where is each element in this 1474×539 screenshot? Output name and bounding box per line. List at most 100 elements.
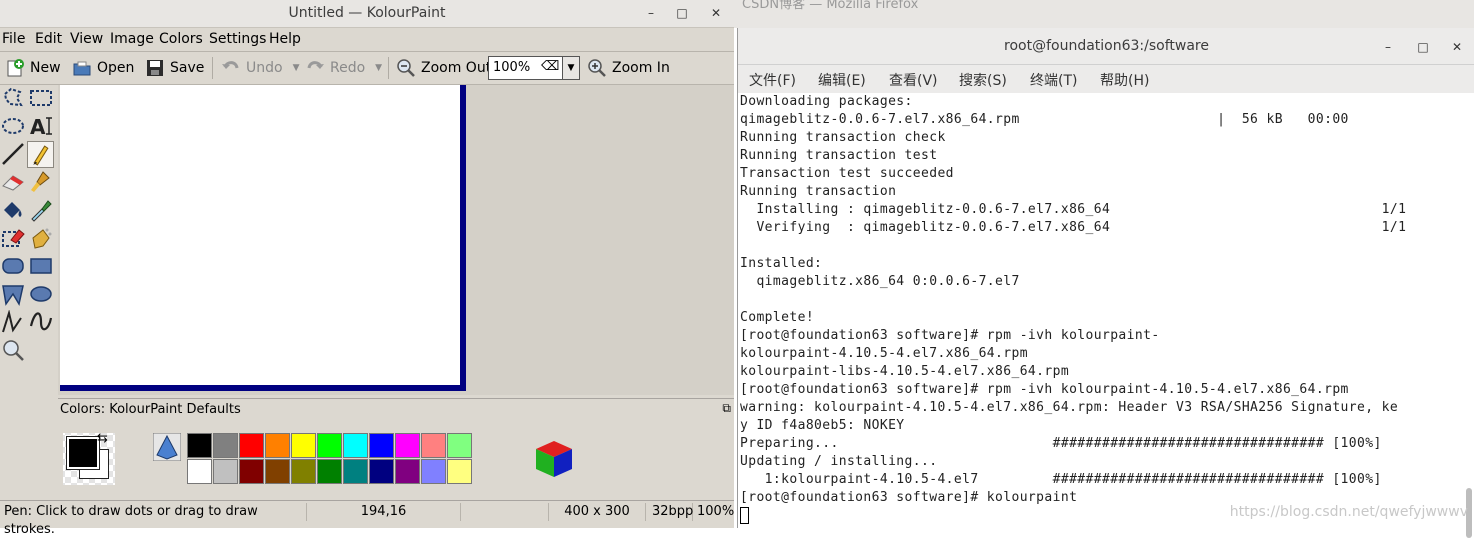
clear-text-icon[interactable]: ⌫ bbox=[541, 59, 559, 74]
transparent-color-icon[interactable] bbox=[153, 433, 181, 461]
terminal-line: Transaction test succeeded bbox=[740, 166, 954, 181]
palette-color-swatch[interactable] bbox=[187, 433, 212, 458]
open-button[interactable]: Open bbox=[72, 56, 134, 80]
rectangle-icon[interactable] bbox=[29, 254, 53, 278]
color-swatch-box[interactable]: ⇆ bbox=[63, 431, 115, 485]
pen-tool-icon[interactable] bbox=[27, 141, 54, 168]
redo-icon bbox=[307, 61, 324, 69]
float-panel-icon[interactable]: ⧉ bbox=[722, 401, 731, 416]
polygon-icon[interactable] bbox=[1, 282, 25, 306]
terminal-line: Installing : qimageblitz-0.0.6-7.el7.x86… bbox=[740, 202, 1407, 217]
free-form-selection-icon[interactable] bbox=[1, 86, 25, 110]
terminal-line: Running transaction bbox=[740, 184, 897, 199]
eraser-tool-icon[interactable] bbox=[1, 170, 25, 194]
tool-box: A bbox=[0, 85, 58, 500]
toolbar-separator bbox=[212, 57, 213, 79]
text-tool-icon[interactable]: A bbox=[29, 114, 53, 138]
spraycan-icon[interactable] bbox=[29, 226, 53, 250]
palette-color-swatch[interactable] bbox=[395, 433, 420, 458]
brush-tool-icon[interactable] bbox=[29, 170, 53, 194]
palette-color-swatch[interactable] bbox=[239, 433, 264, 458]
terminal-line: Running transaction test bbox=[740, 148, 938, 163]
terminal-menu-search[interactable]: 搜索(S) bbox=[959, 70, 1007, 90]
redo-button[interactable]: Redo ▼ bbox=[305, 56, 382, 80]
swap-colors-icon[interactable]: ⇆ bbox=[97, 431, 108, 446]
palette-color-swatch[interactable] bbox=[343, 459, 368, 484]
palette-color-swatch[interactable] bbox=[239, 459, 264, 484]
menubar: File Edit View Image Colors Settings Hel… bbox=[0, 28, 734, 50]
curve-icon[interactable] bbox=[29, 310, 53, 334]
maximize-button[interactable]: □ bbox=[672, 4, 692, 22]
palette-color-swatch[interactable] bbox=[213, 459, 238, 484]
palette-color-swatch[interactable] bbox=[265, 459, 290, 484]
canvas-scroll-area bbox=[58, 85, 734, 395]
palette-color-swatch[interactable] bbox=[187, 459, 212, 484]
close-button[interactable]: ✕ bbox=[706, 4, 726, 22]
terminal-maximize-button[interactable]: □ bbox=[1413, 38, 1433, 56]
terminal-output[interactable]: Downloading packages: qimageblitz-0.0.6-7… bbox=[740, 94, 1460, 528]
menu-help[interactable]: Help bbox=[269, 31, 301, 47]
palette-color-swatch[interactable] bbox=[395, 459, 420, 484]
terminal-menu-view[interactable]: 查看(V) bbox=[889, 70, 938, 90]
color-picker-icon[interactable] bbox=[29, 198, 53, 222]
undo-dropdown-icon[interactable]: ▼ bbox=[293, 63, 300, 73]
new-button[interactable]: New bbox=[5, 56, 61, 80]
palette-color-swatch[interactable] bbox=[447, 459, 472, 484]
menu-image[interactable]: Image bbox=[110, 31, 154, 47]
color-eraser-icon[interactable] bbox=[1, 226, 25, 250]
zoom-out-button[interactable]: Zoom Out bbox=[396, 56, 491, 80]
terminal-close-button[interactable]: ✕ bbox=[1447, 38, 1467, 56]
terminal-line: 1:kolourpaint-4.10.5-4.el7 #############… bbox=[740, 472, 1382, 487]
palette-color-swatch[interactable] bbox=[447, 433, 472, 458]
redo-label: Redo bbox=[330, 60, 366, 76]
redo-dropdown-icon[interactable]: ▼ bbox=[375, 63, 382, 73]
zoom-combobox[interactable]: 100% ⌫ ▼ bbox=[488, 56, 580, 80]
palette-color-swatch[interactable] bbox=[265, 433, 290, 458]
status-zoom: 100% bbox=[697, 504, 735, 519]
zoom-tool-icon[interactable] bbox=[1, 338, 25, 362]
palette-color-swatch[interactable] bbox=[317, 459, 342, 484]
drawing-canvas[interactable] bbox=[60, 85, 466, 391]
new-label: New bbox=[30, 60, 61, 76]
rectangular-selection-icon[interactable] bbox=[29, 86, 53, 110]
terminal-menu-help[interactable]: 帮助(H) bbox=[1100, 70, 1149, 90]
menu-file[interactable]: File bbox=[2, 31, 25, 47]
connected-lines-icon[interactable] bbox=[1, 310, 25, 334]
minimize-button[interactable]: – bbox=[641, 4, 661, 22]
rounded-rectangle-icon[interactable] bbox=[1, 254, 25, 278]
palette-color-swatch[interactable] bbox=[369, 433, 394, 458]
menu-view[interactable]: View bbox=[70, 31, 103, 47]
toolbar-separator bbox=[388, 57, 389, 79]
elliptical-selection-icon[interactable] bbox=[1, 114, 25, 138]
menu-colors[interactable]: Colors bbox=[159, 31, 203, 47]
terminal-minimize-button[interactable]: – bbox=[1378, 38, 1398, 56]
terminal-menu-file[interactable]: 文件(F) bbox=[749, 70, 796, 90]
ellipse-icon[interactable] bbox=[29, 282, 53, 306]
terminal-titlebar: root@foundation63:/software – □ ✕ bbox=[738, 28, 1474, 65]
line-tool-icon[interactable] bbox=[1, 142, 25, 166]
floppy-disk-icon bbox=[147, 60, 163, 76]
zoom-dropdown-arrow-icon[interactable]: ▼ bbox=[562, 57, 579, 79]
terminal-line: Downloading packages: bbox=[740, 94, 913, 109]
palette-color-swatch[interactable] bbox=[343, 433, 368, 458]
background-window-title: CSDN博客 — Mozilla Firefox bbox=[742, 0, 919, 12]
color-cube-icon[interactable] bbox=[532, 437, 576, 481]
palette-color-swatch[interactable] bbox=[213, 433, 238, 458]
palette-color-swatch[interactable] bbox=[421, 459, 446, 484]
palette-color-swatch[interactable] bbox=[291, 459, 316, 484]
terminal-menu-terminal[interactable]: 终端(T) bbox=[1030, 70, 1077, 90]
palette-color-swatch[interactable] bbox=[291, 433, 316, 458]
palette-color-swatch[interactable] bbox=[421, 433, 446, 458]
save-button[interactable]: Save bbox=[145, 56, 204, 80]
zoom-value[interactable]: 100% bbox=[493, 60, 530, 75]
palette-color-swatch[interactable] bbox=[369, 459, 394, 484]
foreground-color-swatch[interactable] bbox=[66, 436, 100, 470]
palette-color-swatch[interactable] bbox=[317, 433, 342, 458]
flood-fill-icon[interactable] bbox=[1, 198, 25, 222]
menu-edit[interactable]: Edit bbox=[35, 31, 62, 47]
zoom-in-button[interactable]: Zoom In bbox=[587, 56, 670, 80]
kolourpaint-titlebar: Untitled — KolourPaint – □ ✕ bbox=[0, 0, 734, 28]
undo-button[interactable]: Undo ▼ bbox=[221, 56, 300, 80]
terminal-menu-edit[interactable]: 编辑(E) bbox=[818, 70, 866, 90]
menu-settings[interactable]: Settings bbox=[209, 31, 266, 47]
